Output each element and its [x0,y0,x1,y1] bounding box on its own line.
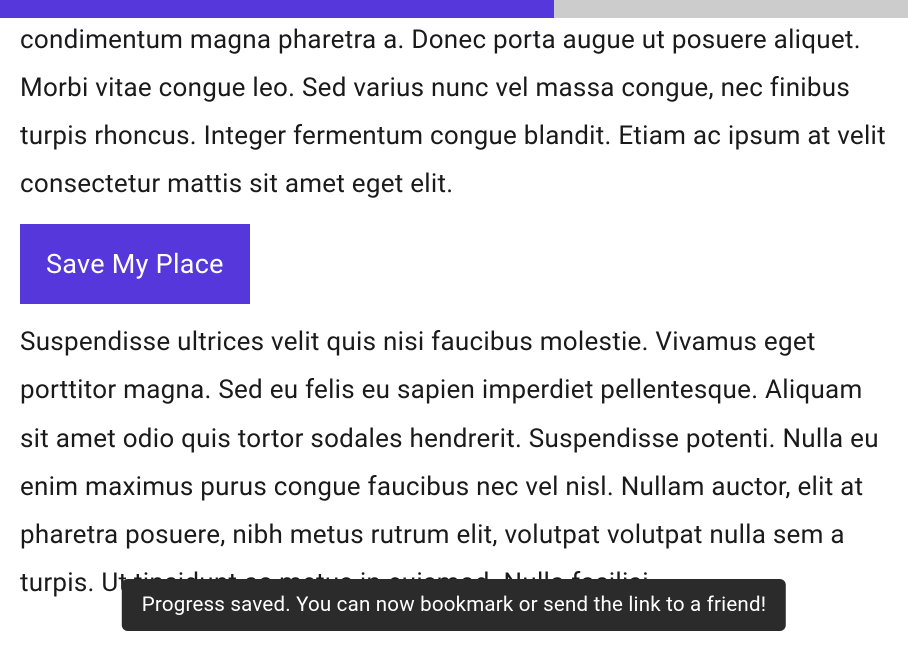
paragraph-text: Suspendisse ultrices velit quis nisi fau… [20,318,888,607]
toast-notification: Progress saved. You can now bookmark or … [122,579,786,631]
progress-bar [0,0,908,18]
save-place-button[interactable]: Save My Place [20,224,250,304]
paragraph-text: condimentum magna pharetra a. Donec port… [20,16,888,208]
article-content: condimentum magna pharetra a. Donec port… [0,16,908,627]
progress-bar-fill [0,0,554,18]
